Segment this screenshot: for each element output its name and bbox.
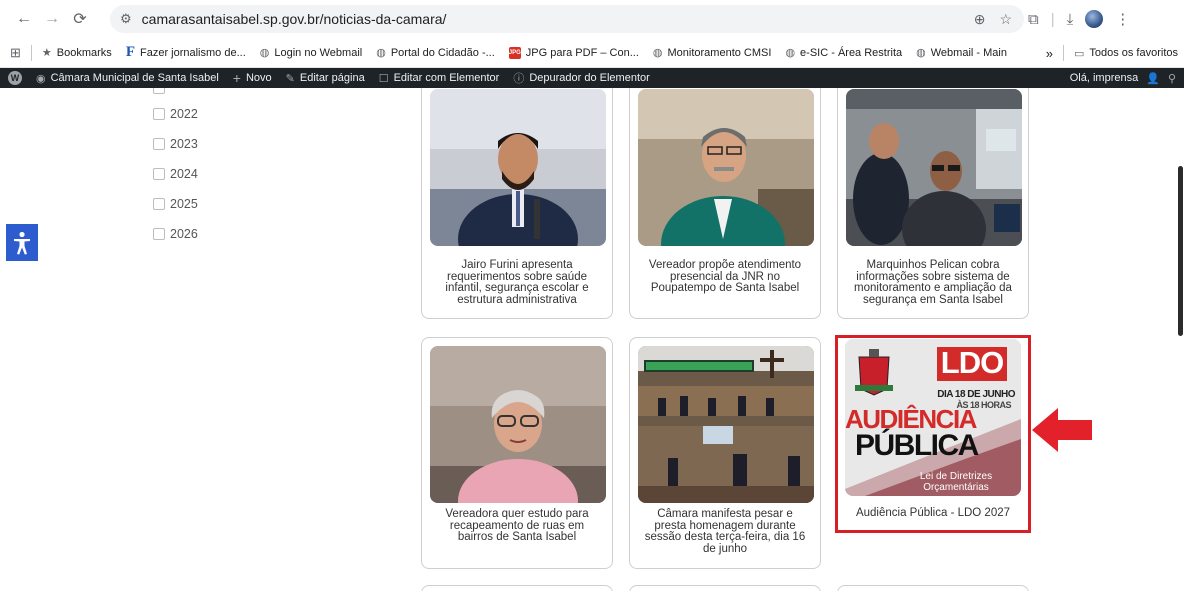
globe-icon: ◍ (916, 47, 926, 59)
wp-new-button[interactable]: + Novo (233, 70, 272, 86)
news-title[interactable]: Câmara manifesta pesar e presta homenage… (640, 508, 810, 555)
news-title[interactable]: Vereador propõe atendimento presencial d… (640, 259, 810, 295)
bookmark-item[interactable]: F Fazer jornalismo de... (126, 44, 246, 61)
wp-debugger-button[interactable]: ⓘ Depurador do Elementor (513, 70, 649, 86)
news-card[interactable] (421, 585, 613, 591)
year-item[interactable]: 2023 (153, 129, 198, 159)
accessibility-icon (14, 231, 30, 254)
wp-site-link[interactable]: ◉ Câmara Municipal de Santa Isabel (36, 72, 219, 85)
highlight-box (835, 335, 1031, 533)
divider (30, 44, 32, 61)
bookmark-item[interactable]: ◍ Webmail - Main (916, 46, 1007, 60)
bookmark-item[interactable]: ◍ Login no Webmail (259, 46, 362, 60)
year-filter-list: 2022 2023 2024 2025 2026 (153, 88, 198, 249)
pencil-icon: ✎ (285, 72, 295, 85)
bookmark-item[interactable]: ◍ e-SIC - Área Restrita (785, 46, 902, 60)
more-bookmarks-button[interactable]: » (1046, 46, 1053, 61)
search-icon[interactable]: ⚲ (1168, 72, 1176, 85)
plus-icon: + (232, 70, 241, 86)
year-checkbox[interactable] (153, 228, 165, 240)
year-item-partial (153, 88, 198, 99)
dashboard-icon: ◉ (36, 72, 46, 85)
wp-admin-bar: W ◉ Câmara Municipal de Santa Isabel + Nov… (0, 68, 1184, 88)
news-card[interactable] (629, 585, 821, 591)
year-item[interactable]: 2022 (153, 99, 198, 129)
news-photo[interactable] (638, 89, 814, 246)
f-logo-icon: F (125, 44, 135, 60)
scrollbar-thumb[interactable] (1178, 166, 1183, 336)
page-scrollbar[interactable] (1176, 88, 1184, 591)
wordpress-icon: W (8, 71, 22, 85)
bookmark-item[interactable]: ★ Bookmarks (41, 46, 112, 60)
globe-icon: ◍ (376, 47, 386, 59)
site-info-icon[interactable]: ⚙ (120, 11, 132, 27)
wp-edit-page-button[interactable]: ✎ Editar página (286, 72, 365, 85)
back-icon[interactable]: ← (10, 5, 38, 33)
url-text: camarasantaisabel.sp.gov.br/noticias-da-… (141, 11, 447, 27)
news-photo[interactable] (430, 89, 606, 246)
divider (1062, 45, 1064, 61)
news-card[interactable] (837, 585, 1029, 591)
forward-icon[interactable]: → (38, 5, 66, 33)
zoom-icon[interactable]: ⊕ (974, 11, 986, 28)
wp-logo-button[interactable]: W (8, 71, 22, 85)
year-checkbox[interactable] (153, 108, 165, 120)
news-card[interactable]: Marquinhos Pelican cobra informações sob… (837, 88, 1029, 319)
globe-icon: ◍ (785, 47, 796, 59)
year-item[interactable]: 2025 (153, 189, 198, 219)
divider: | (1050, 10, 1055, 28)
apps-icon[interactable]: ⊞ (10, 45, 21, 61)
news-title[interactable]: Vereadora quer estudo para recapeamento … (432, 508, 602, 544)
year-checkbox[interactable] (153, 138, 165, 150)
news-title[interactable]: Jairo Furini apresenta requerimentos sob… (432, 259, 602, 306)
bookmarks-bar: ⊞ ★ Bookmarks F Fazer jornalismo de... ◍ Lo… (0, 38, 1184, 68)
news-photo[interactable] (430, 346, 606, 503)
news-card[interactable]: Vereadora quer estudo para recapeamento … (421, 337, 613, 569)
address-bar[interactable]: ⚙ camarasantaisabel.sp.gov.br/noticias-d… (110, 5, 1024, 33)
news-title[interactable]: Marquinhos Pelican cobra informações sob… (848, 259, 1018, 306)
bookmark-star-icon[interactable]: ☆ (999, 11, 1012, 28)
year-checkbox[interactable] (153, 168, 165, 180)
user-avatar-icon[interactable]: 👤 (1146, 72, 1160, 85)
year-item[interactable]: 2026 (153, 219, 198, 249)
jpg-icon: JPG (508, 46, 521, 59)
news-photo[interactable] (846, 89, 1022, 246)
folder-icon: ▭ (1073, 47, 1085, 60)
bookmark-item[interactable]: ◍ Monitoramento CMSI (652, 46, 772, 60)
download-icon[interactable]: ⤓ (1067, 11, 1074, 28)
extensions-icon[interactable]: ⧉ (1028, 11, 1039, 28)
reload-icon[interactable]: ⟳ (66, 5, 94, 33)
news-photo[interactable] (638, 346, 814, 503)
accessibility-button[interactable] (6, 224, 38, 261)
bookmark-item[interactable]: ◍ Portal do Cidadão -... (376, 46, 495, 60)
all-bookmarks-link[interactable]: Todos os favoritos (1089, 47, 1178, 59)
arrow-left-icon (1032, 408, 1092, 452)
info-icon: ⓘ (513, 73, 525, 85)
globe-icon: ◍ (259, 47, 270, 59)
elementor-icon: ☐ (378, 72, 389, 85)
wp-elementor-button[interactable]: ☐ Editar com Elementor (379, 72, 500, 85)
wp-greeting[interactable]: Olá, imprensa (1070, 72, 1138, 84)
news-card[interactable]: Vereador propõe atendimento presencial d… (629, 88, 821, 319)
year-item[interactable]: 2024 (153, 159, 198, 189)
news-card[interactable]: Câmara manifesta pesar e presta homenage… (629, 337, 821, 569)
news-card[interactable]: Jairo Furini apresenta requerimentos sob… (421, 88, 613, 319)
profile-avatar[interactable] (1085, 10, 1104, 28)
star-icon: ★ (41, 47, 52, 59)
globe-icon: ◍ (652, 47, 663, 59)
page-content: 2022 2023 2024 2025 2026 Jairo Furini ap… (0, 88, 1184, 591)
bookmark-item[interactable]: JPG JPG para PDF – Con... (508, 46, 639, 59)
year-checkbox[interactable] (153, 198, 165, 210)
menu-icon[interactable]: ⋮ (1115, 10, 1130, 28)
browser-toolbar: ← → ⟳ ⚙ camarasantaisabel.sp.gov.br/noti… (0, 0, 1184, 38)
